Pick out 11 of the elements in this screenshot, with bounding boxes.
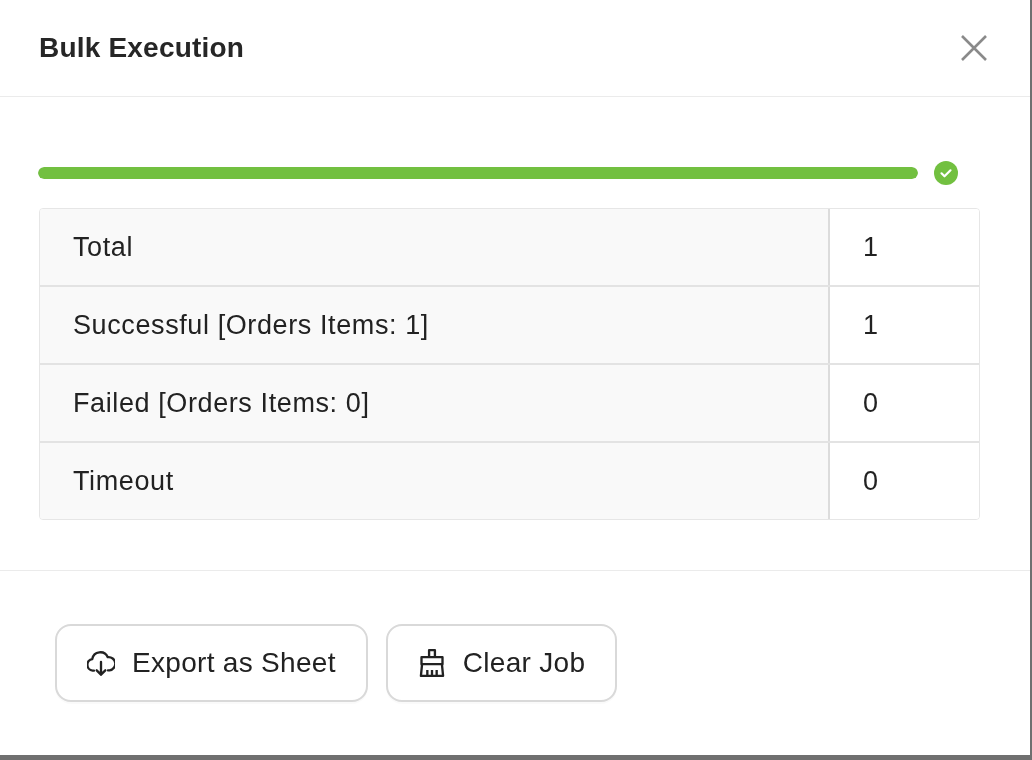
table-cell: Successful [Orders Items: 1] <box>40 287 830 363</box>
table-cell: Failed [Orders Items: 0] <box>40 365 830 441</box>
broom-icon <box>417 649 446 677</box>
close-icon <box>960 34 988 62</box>
cloud-download-icon <box>87 649 115 677</box>
export-button[interactable]: Export as Sheet <box>55 624 368 702</box>
dialog-title: Bulk Execution <box>39 32 245 64</box>
close-button[interactable] <box>960 34 988 62</box>
clear-button[interactable]: Clear Job <box>385 624 618 702</box>
table-cell: Timeout <box>40 443 830 519</box>
table-cell: Total <box>40 209 830 285</box>
